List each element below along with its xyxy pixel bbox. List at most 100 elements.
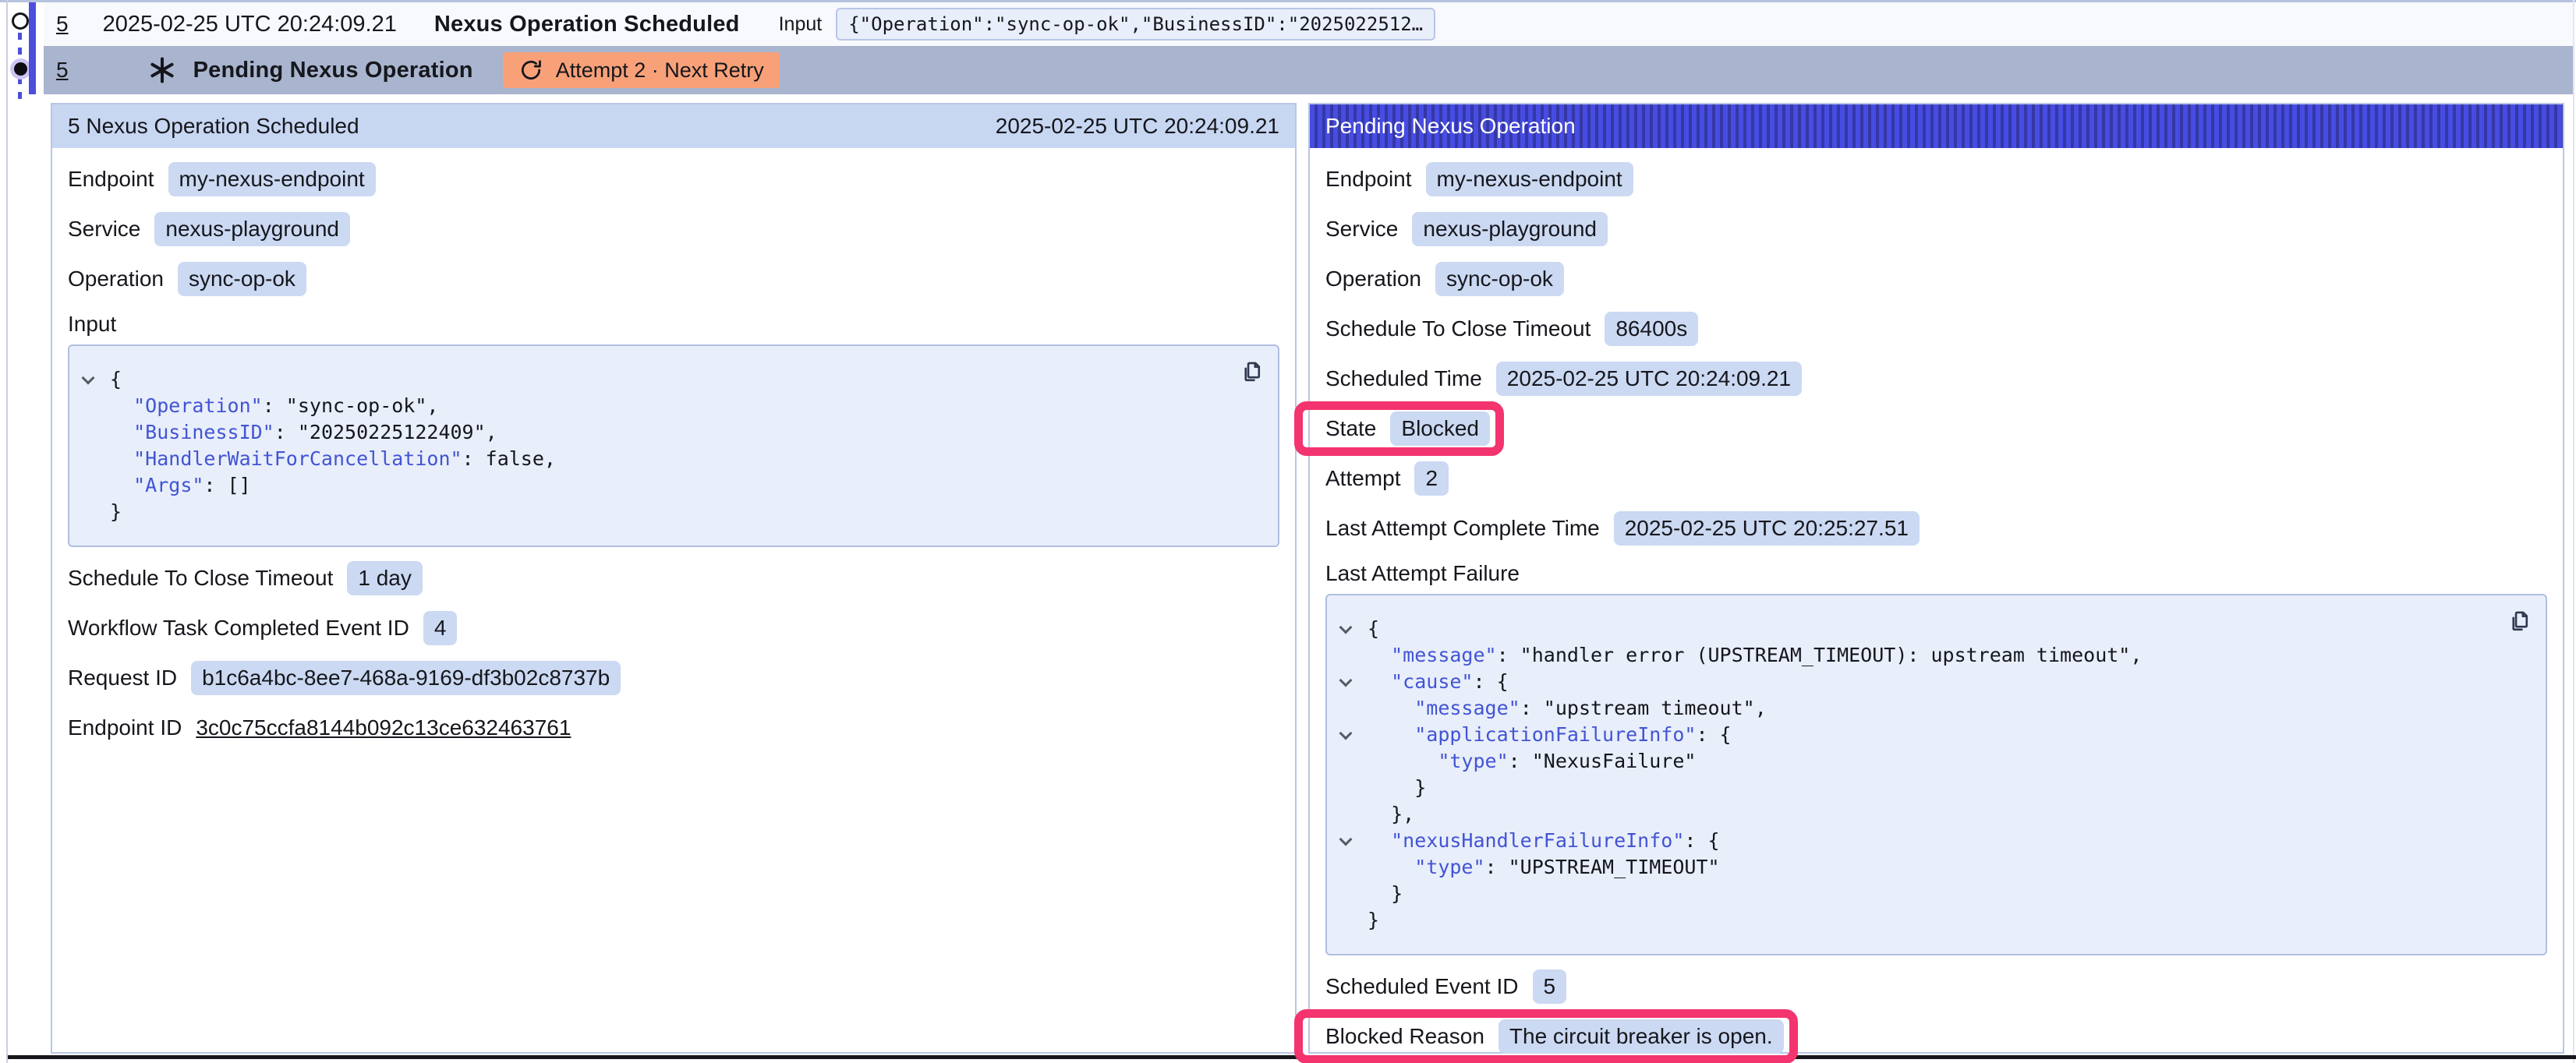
json-code: "applicationFailureInfo": { <box>1368 722 1732 748</box>
panel-timestamp: 2025-02-25 UTC 20:24:09.21 <box>996 114 1279 139</box>
field-request-id: Request ID b1c6a4bc-8ee7-468a-9169-df3b02… <box>68 661 1279 695</box>
field-label: Service <box>1325 217 1398 242</box>
field-value: 2025-02-25 UTC 20:25:27.51 <box>1614 511 1920 546</box>
event-row-nexus-operation-scheduled[interactable]: 5 2025-02-25 UTC 20:24:09.21 Nexus Opera… <box>44 2 2573 46</box>
retry-badge: Attempt 2 · Next Retry <box>503 52 780 88</box>
field-label: Scheduled Time <box>1325 366 1482 391</box>
json-code: } <box>110 499 122 525</box>
field-value: b1c6a4bc-8ee7-468a-9169-df3b02c8737b <box>191 661 621 695</box>
field-label: Request ID <box>68 666 177 690</box>
pending-event-title: Pending Nexus Operation <box>193 58 473 83</box>
json-code: "HandlerWaitForCancellation": false, <box>110 446 556 472</box>
field-schedule-to-close-timeout: Schedule To Close Timeout86400s <box>1325 312 2547 346</box>
json-line-gutter <box>1338 828 1368 854</box>
copy-icon[interactable] <box>1237 358 1262 385</box>
copy-icon[interactable] <box>2505 608 2530 634</box>
event-id-link[interactable]: 5 <box>56 12 69 37</box>
json-code: "message": "upstream timeout", <box>1368 695 1767 722</box>
json-code: "message": "handler error (UPSTREAM_TIME… <box>1368 642 2142 669</box>
workflow-history-view: 5 2025-02-25 UTC 20:24:09.21 Nexus Opera… <box>0 0 2576 1063</box>
json-line: "BusinessID": "20250225122409", <box>80 419 1219 446</box>
json-key: "message" <box>1414 697 1520 719</box>
json-line: } <box>1338 775 2486 801</box>
field-service: Servicenexus-playground <box>68 212 1279 246</box>
field-value: 86400s <box>1605 312 1698 346</box>
json-line: } <box>1338 907 2486 934</box>
json-code: }, <box>1368 801 1414 828</box>
json-line: } <box>80 499 1219 525</box>
json-key: "HandlerWaitForCancellation" <box>133 447 462 470</box>
json-line-gutter <box>1338 775 1368 801</box>
collapse-chevron-icon[interactable] <box>1339 674 1353 687</box>
event-rows: 5 2025-02-25 UTC 20:24:09.21 Nexus Opera… <box>44 2 2573 94</box>
json-line-gutter <box>1338 854 1368 881</box>
json-code: } <box>1368 907 1379 934</box>
field-label: Operation <box>1325 267 1421 291</box>
timeline-dot-open-icon[interactable] <box>12 12 29 30</box>
field-value: 5 <box>1533 969 1567 1004</box>
json-line-gutter <box>1338 616 1368 642</box>
json-line-gutter <box>80 472 110 499</box>
field-state: StateBlocked <box>1325 411 1490 446</box>
field-value: sync-op-ok <box>1435 262 1564 296</box>
json-line-gutter <box>1338 748 1368 775</box>
json-key: "type" <box>1414 856 1484 878</box>
event-id-link[interactable]: 5 <box>56 58 69 83</box>
json-line: "message": "handler error (UPSTREAM_TIME… <box>1338 642 2486 669</box>
failure-json-viewer: { "message": "handler error (UPSTREAM_TI… <box>1325 594 2547 955</box>
json-line-gutter <box>1338 669 1368 695</box>
json-key: "cause" <box>1391 670 1473 693</box>
field-value: my-nexus-endpoint <box>168 162 376 196</box>
collapse-chevron-icon[interactable] <box>82 372 95 385</box>
json-code: { <box>1368 616 1379 642</box>
field-value[interactable]: 3c0c75ccfa8144b092c13ce632463761 <box>196 715 571 740</box>
event-row-pending-nexus-operation[interactable]: 5 Pending Nexus Operation Attempt 2 · Ne… <box>44 46 2573 94</box>
collapse-chevron-icon[interactable] <box>1339 621 1353 634</box>
field-value: my-nexus-endpoint <box>1426 162 1633 196</box>
json-key: "Args" <box>133 474 203 496</box>
field-workflow-task-completed-event-id: Workflow Task Completed Event ID4 <box>68 611 1279 645</box>
json-line-gutter <box>1338 722 1368 748</box>
json-line-gutter <box>80 393 110 419</box>
event-detail-panels: 5 Nexus Operation Scheduled 2025-02-25 U… <box>51 103 2564 1054</box>
json-code: "BusinessID": "20250225122409", <box>110 419 497 446</box>
field-label: Blocked Reason <box>1325 1024 1484 1049</box>
field-label: Last Attempt Complete Time <box>1325 516 1600 541</box>
field-value: nexus-playground <box>1412 212 1608 246</box>
json-line: "Args": [] <box>80 472 1219 499</box>
field-label: Schedule To Close Timeout <box>68 566 333 591</box>
field-value: sync-op-ok <box>178 262 306 296</box>
bottom-divider <box>8 1055 2576 1059</box>
json-code: "cause": { <box>1368 669 1509 695</box>
collapse-chevron-icon[interactable] <box>1339 833 1353 846</box>
json-line: "HandlerWaitForCancellation": false, <box>80 446 1219 472</box>
retry-badge-label: Attempt 2 · Next Retry <box>556 58 764 83</box>
json-code: "nexusHandlerFailureInfo": { <box>1368 828 1720 854</box>
pending-asterisk-icon <box>148 56 176 84</box>
field-endpoint: Endpointmy-nexus-endpoint <box>68 162 1279 196</box>
collapse-chevron-icon[interactable] <box>1339 727 1353 740</box>
panel-pending-nexus-operation: Pending Nexus Operation Endpointmy-nexus… <box>1308 103 2564 1054</box>
json-code: "Operation": "sync-op-ok", <box>110 393 438 419</box>
left-border <box>6 0 8 1063</box>
field-value: nexus-playground <box>154 212 350 246</box>
field-value: 2025-02-25 UTC 20:24:09.21 <box>1496 362 1802 396</box>
json-line-gutter <box>80 366 110 393</box>
json-key: "Operation" <box>133 394 263 417</box>
field-scheduled-time: Scheduled Time 2025-02-25 UTC 20:24:09.21 <box>1325 362 2547 396</box>
field-schedule-to-close-timeout: Schedule To Close Timeout1 day <box>68 561 1279 595</box>
json-line: { <box>80 366 1219 393</box>
json-code: "type": "UPSTREAM_TIMEOUT" <box>1368 854 1720 881</box>
json-code: } <box>1368 881 1403 907</box>
json-key: "message" <box>1391 644 1496 666</box>
field-operation: Operation sync-op-ok <box>1325 262 2547 296</box>
field-scheduled-event-id: Scheduled Event ID5 <box>1325 969 2547 1004</box>
timeline-dot-filled-icon[interactable] <box>14 62 27 76</box>
json-line: "Operation": "sync-op-ok", <box>80 393 1219 419</box>
input-preview-chip: {"Operation":"sync-op-ok","BusinessID":"… <box>836 8 1435 41</box>
panel-header: 5 Nexus Operation Scheduled 2025-02-25 U… <box>52 104 1295 148</box>
json-line: { <box>1338 616 2486 642</box>
field-value: The circuit breaker is open. <box>1499 1019 1784 1054</box>
json-line: } <box>1338 881 2486 907</box>
json-key: "type" <box>1438 750 1508 772</box>
